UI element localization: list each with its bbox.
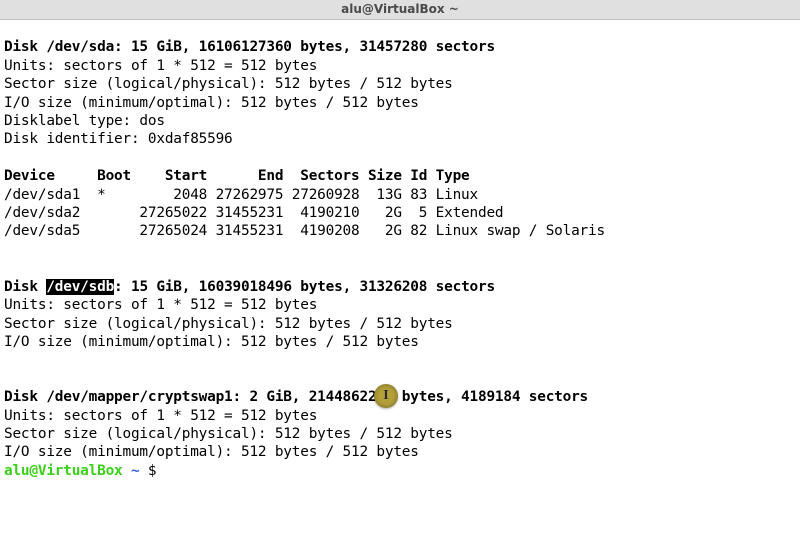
disk-sdb-highlight: /dev/sdb <box>46 279 114 295</box>
terminal-output[interactable]: Disk /dev/sda: 15 GiB, 16106127360 bytes… <box>0 20 800 480</box>
disk-sdb-head-post: : 15 GiB, 16039018496 bytes, 31326208 se… <box>114 279 495 295</box>
disk-cryptswap-sector: Sector size (logical/physical): 512 byte… <box>4 426 453 442</box>
disk-cryptswap-units: Units: sectors of 1 * 512 = 512 bytes <box>4 408 317 424</box>
disk-sda-sector: Sector size (logical/physical): 512 byte… <box>4 76 453 92</box>
prompt-user: alu@VirtualBox <box>4 463 123 479</box>
prompt-sep1 <box>123 463 131 479</box>
window-titlebar: alu@VirtualBox ~ <box>0 0 800 20</box>
disk-sda-io: I/O size (minimum/optimal): 512 bytes / … <box>4 95 419 111</box>
window-title: alu@VirtualBox ~ <box>341 0 459 18</box>
disk-sda-ident: Disk identifier: 0xdaf85596 <box>4 131 233 147</box>
disk-sdb-head-pre: Disk <box>4 279 46 295</box>
disk-sdb-header: Disk /dev/sdb: 15 GiB, 16039018496 bytes… <box>4 279 495 295</box>
disk-sdb-io: I/O size (minimum/optimal): 512 bytes / … <box>4 334 419 350</box>
disk-sda-units: Units: sectors of 1 * 512 = 512 bytes <box>4 58 317 74</box>
shell-prompt[interactable]: alu@VirtualBox ~ $ <box>4 463 165 479</box>
table-row: /dev/sda5 27265024 31455231 4190208 2G 8… <box>4 223 605 239</box>
partition-table-head: Device Boot Start End Sectors Size Id Ty… <box>4 168 470 184</box>
disk-sdb-sector: Sector size (logical/physical): 512 byte… <box>4 316 453 332</box>
disk-cryptswap-io: I/O size (minimum/optimal): 512 bytes / … <box>4 444 419 460</box>
cursor-glyph: I <box>383 387 388 405</box>
table-row: /dev/sda2 27265022 31455231 4190210 2G 5… <box>4 205 503 221</box>
disk-sda-header: Disk /dev/sda: 15 GiB, 16106127360 bytes… <box>4 39 495 55</box>
text-cursor-icon: I <box>374 384 398 408</box>
disk-cryptswap-header: Disk /dev/mapper/cryptswap1: 2 GiB, 2144… <box>4 389 588 405</box>
prompt-dollar: $ <box>139 463 164 479</box>
disk-sda-label: Disklabel type: dos <box>4 113 165 129</box>
disk-sdb-units: Units: sectors of 1 * 512 = 512 bytes <box>4 297 317 313</box>
table-row: /dev/sda1 * 2048 27262975 27260928 13G 8… <box>4 187 478 203</box>
